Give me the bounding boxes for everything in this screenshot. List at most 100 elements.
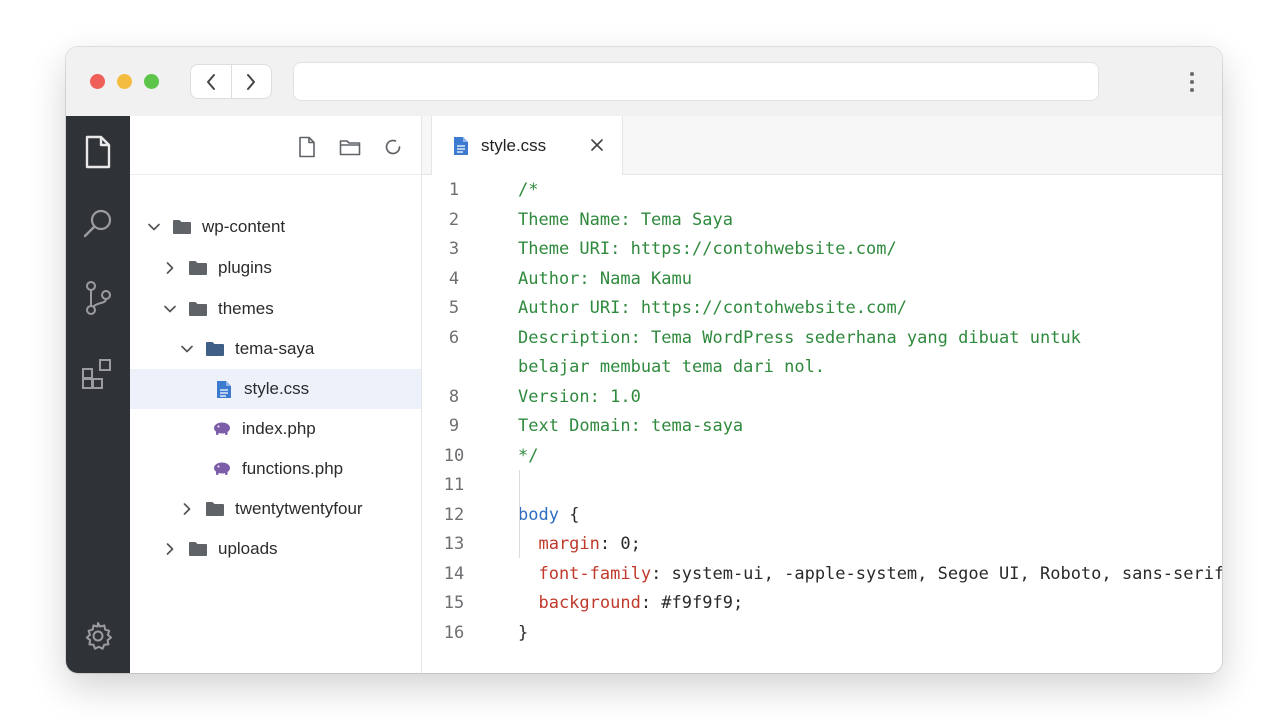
tree-item-twentytwentyfour[interactable]: twentytwentyfour bbox=[130, 489, 421, 529]
navigation-buttons bbox=[190, 64, 272, 99]
settings-activity-button[interactable] bbox=[81, 619, 115, 653]
code-line: */ bbox=[518, 446, 538, 466]
tree-item-label: themes bbox=[218, 299, 274, 318]
search-icon bbox=[83, 209, 112, 238]
line-number: 3 bbox=[448, 239, 460, 259]
new-file-button[interactable] bbox=[296, 136, 318, 158]
explorer-sidebar: wp-content plugins themes tema-saya styl… bbox=[130, 116, 422, 673]
editor-tab-bar: style.css bbox=[422, 116, 1222, 175]
folder-icon bbox=[188, 259, 208, 277]
forward-button[interactable] bbox=[230, 65, 272, 98]
extensions-activity-button[interactable] bbox=[81, 357, 115, 391]
tree-item-tema-saya[interactable]: tema-saya bbox=[130, 329, 421, 369]
tree-item-uploads[interactable]: uploads bbox=[130, 529, 421, 569]
tab-style-css[interactable]: style.css bbox=[431, 116, 623, 175]
css-file-icon bbox=[453, 136, 469, 156]
tree-item-index-php[interactable]: index.php bbox=[130, 409, 421, 449]
tree-item-label: wp-content bbox=[202, 217, 286, 236]
new-folder-icon bbox=[339, 140, 361, 156]
code-token: margin bbox=[518, 534, 600, 554]
address-bar[interactable] bbox=[293, 62, 1099, 101]
chevron-down-icon bbox=[179, 341, 195, 357]
code-line: Theme Name: Tema Saya bbox=[518, 210, 733, 230]
code-token: : system-ui, -apple-system, Segoe UI, Ro… bbox=[651, 564, 1222, 584]
tree-item-label: plugins bbox=[218, 258, 272, 277]
line-number: 1 bbox=[448, 180, 460, 200]
maximize-window-button[interactable] bbox=[144, 74, 159, 89]
tree-item-themes[interactable]: themes bbox=[130, 289, 421, 329]
chevron-right-icon bbox=[247, 73, 256, 90]
tree-item-functions-php[interactable]: functions.php bbox=[130, 449, 421, 489]
tree-item-wp-content[interactable]: wp-content bbox=[130, 207, 421, 247]
chevron-right-icon bbox=[162, 260, 178, 276]
code-line: Description: Tema WordPress sederhana ya… bbox=[518, 328, 1081, 348]
code-line: body { bbox=[518, 505, 579, 525]
css-file-icon bbox=[214, 380, 234, 398]
code-token: */ bbox=[518, 446, 539, 466]
code-line: /* bbox=[518, 180, 538, 200]
close-tab-button[interactable] bbox=[589, 137, 605, 153]
source-control-activity-button[interactable] bbox=[81, 281, 115, 315]
code-line: Author URI: https://contohwebsite.com/ bbox=[518, 298, 907, 318]
code-token: Description: Tema WordPress sederhana ya… bbox=[518, 328, 1081, 348]
tree-item-label: index.php bbox=[242, 419, 316, 438]
code-token: Author URI: https://contohwebsite.com/ bbox=[518, 298, 907, 318]
search-activity-button[interactable] bbox=[81, 207, 115, 241]
editor-pane: style.css 1 /* 2 Theme Name: Tema Saya 3 Them… bbox=[422, 116, 1222, 673]
code-token: belajar membuat tema dari nol. bbox=[518, 357, 826, 377]
line-number: 4 bbox=[448, 269, 460, 289]
line-number: 10 bbox=[443, 446, 465, 466]
new-file-icon bbox=[299, 136, 315, 158]
explorer-activity-button[interactable] bbox=[81, 135, 115, 169]
explorer-toolbar bbox=[130, 116, 421, 175]
folder-open-icon bbox=[205, 340, 225, 358]
tree-item-style-css[interactable]: style.css bbox=[130, 369, 421, 409]
folder-icon bbox=[188, 540, 208, 558]
code-token: Version: 1.0 bbox=[518, 387, 641, 407]
code-token: background bbox=[518, 593, 641, 613]
tree-item-label: functions.php bbox=[242, 459, 344, 478]
minimize-window-button[interactable] bbox=[117, 74, 132, 89]
chevron-right-icon bbox=[179, 501, 195, 517]
tree-item-label: tema-saya bbox=[235, 339, 315, 358]
code-token: : #f9f9f9; bbox=[640, 593, 744, 613]
code-line: Theme URI: https://contohwebsite.com/ bbox=[518, 239, 897, 259]
chevron-down-icon bbox=[146, 219, 162, 235]
code-token: : 0; bbox=[599, 534, 641, 554]
code-line: Author: Nama Kamu bbox=[518, 269, 692, 289]
code-token: Author: Nama Kamu bbox=[518, 269, 692, 289]
back-button[interactable] bbox=[191, 65, 231, 98]
code-line: } bbox=[518, 623, 528, 643]
title-bar bbox=[66, 47, 1222, 117]
more-dot bbox=[1190, 88, 1194, 92]
folder-icon bbox=[188, 300, 208, 318]
php-file-icon bbox=[212, 420, 232, 438]
new-folder-button[interactable] bbox=[339, 136, 361, 158]
folder-icon bbox=[205, 500, 225, 518]
files-icon bbox=[85, 135, 111, 169]
refresh-explorer-button[interactable] bbox=[382, 136, 404, 158]
gear-icon bbox=[85, 622, 112, 650]
code-line: Version: 1.0 bbox=[518, 387, 641, 407]
line-number: 8 bbox=[448, 387, 460, 407]
tree-item-plugins[interactable]: plugins bbox=[130, 248, 421, 288]
php-file-icon bbox=[212, 460, 232, 478]
tree-item-label: style.css bbox=[244, 379, 310, 398]
close-window-button[interactable] bbox=[90, 74, 105, 89]
line-number: 5 bbox=[448, 298, 460, 318]
code-token: /* bbox=[518, 180, 539, 200]
code-line: margin: 0; bbox=[518, 534, 641, 554]
code-token: Theme URI: https://contohwebsite.com/ bbox=[518, 239, 897, 259]
line-number: 15 bbox=[443, 593, 465, 613]
line-number: 6 bbox=[448, 328, 460, 348]
code-line: background: #f9f9f9; bbox=[518, 593, 743, 613]
line-number: 2 bbox=[448, 210, 460, 230]
source-control-icon bbox=[86, 281, 111, 315]
more-menu-button[interactable] bbox=[1182, 69, 1202, 95]
tree-item-label: twentytwentyfour bbox=[235, 499, 363, 518]
code-token: } bbox=[518, 623, 529, 643]
code-line: font-family: system-ui, -apple-system, S… bbox=[518, 564, 1222, 584]
chevron-right-icon bbox=[162, 541, 178, 557]
extensions-icon bbox=[82, 359, 111, 389]
line-number: 16 bbox=[443, 623, 465, 643]
